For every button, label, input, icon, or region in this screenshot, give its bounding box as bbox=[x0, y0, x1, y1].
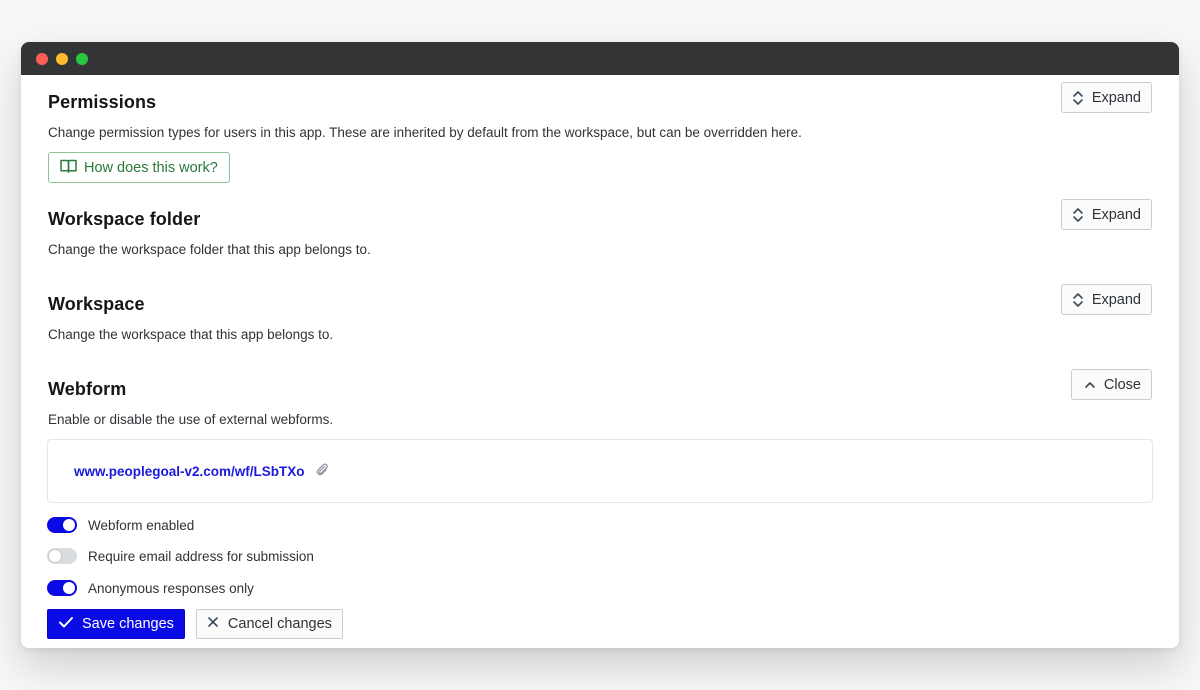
chevron-up-down-icon bbox=[1072, 292, 1084, 308]
toggle-label: Require email address for submission bbox=[88, 548, 314, 564]
help-button-label: How does this work? bbox=[84, 159, 218, 176]
toggle-row-require-email: Require email address for submission bbox=[47, 548, 314, 564]
section-title: Webform bbox=[48, 379, 127, 399]
toggle-row-anonymous-responses: Anonymous responses only bbox=[47, 580, 254, 596]
form-actions: Save changes Cancel changes bbox=[47, 609, 343, 639]
book-open-icon bbox=[60, 158, 77, 178]
section-permissions: Permissions Change permission types for … bbox=[48, 82, 1152, 183]
section-title: Workspace folder bbox=[48, 209, 201, 229]
window-titlebar bbox=[21, 42, 1179, 75]
webform-enabled-toggle[interactable] bbox=[47, 517, 77, 533]
chevron-up-down-icon bbox=[1072, 207, 1084, 223]
require-email-toggle[interactable] bbox=[47, 548, 77, 564]
window-minimize-button[interactable] bbox=[56, 53, 68, 65]
close-x-icon bbox=[207, 616, 219, 632]
app-window: Permissions Change permission types for … bbox=[21, 42, 1179, 648]
toggle-label: Webform enabled bbox=[88, 517, 195, 533]
section-description: Enable or disable the use of external we… bbox=[48, 412, 334, 427]
expand-label: Expand bbox=[1091, 206, 1141, 223]
toggle-knob bbox=[49, 550, 61, 562]
webform-url-link[interactable]: www.peoplegoal-v2.com/wf/LSbTXo bbox=[74, 464, 305, 479]
paperclip-icon[interactable] bbox=[315, 462, 329, 481]
toggle-knob bbox=[63, 519, 75, 531]
webform-close-button[interactable]: Close bbox=[1070, 369, 1152, 400]
window-close-button[interactable] bbox=[36, 53, 48, 65]
workspace-expand-button[interactable]: Expand bbox=[1060, 284, 1152, 315]
section-workspace-folder: Workspace folder Change the workspace fo… bbox=[48, 199, 1152, 257]
section-title: Permissions bbox=[48, 92, 157, 112]
close-label: Close bbox=[1103, 376, 1141, 393]
cancel-changes-button[interactable]: Cancel changes bbox=[195, 609, 343, 639]
chevron-up-down-icon bbox=[1072, 90, 1084, 106]
workspace-folder-expand-button[interactable]: Expand bbox=[1060, 199, 1152, 230]
webform-link-box: www.peoplegoal-v2.com/wf/LSbTXo bbox=[47, 439, 1153, 503]
cancel-label: Cancel changes bbox=[227, 616, 332, 632]
section-description: Change permission types for users in thi… bbox=[48, 125, 802, 140]
chevron-up-icon bbox=[1084, 380, 1096, 390]
toggle-knob bbox=[63, 582, 75, 594]
section-title: Workspace bbox=[48, 294, 145, 314]
settings-content: Permissions Change permission types for … bbox=[21, 75, 1179, 648]
save-changes-button[interactable]: Save changes bbox=[47, 609, 185, 639]
save-label: Save changes bbox=[82, 616, 174, 632]
anonymous-responses-toggle[interactable] bbox=[47, 580, 77, 596]
expand-label: Expand bbox=[1091, 89, 1141, 106]
how-does-this-work-button[interactable]: How does this work? bbox=[48, 152, 230, 183]
toggle-row-webform-enabled: Webform enabled bbox=[47, 517, 194, 533]
toggle-label: Anonymous responses only bbox=[88, 580, 254, 596]
permissions-expand-button[interactable]: Expand bbox=[1060, 82, 1152, 113]
window-maximize-button[interactable] bbox=[76, 53, 88, 65]
section-webform: Webform Enable or disable the use of ext… bbox=[48, 369, 1152, 427]
check-icon bbox=[58, 615, 74, 633]
section-workspace: Workspace Change the workspace that this… bbox=[48, 284, 1152, 342]
section-description: Change the workspace that this app belon… bbox=[48, 327, 334, 342]
section-description: Change the workspace folder that this ap… bbox=[48, 242, 371, 257]
expand-label: Expand bbox=[1091, 291, 1141, 308]
